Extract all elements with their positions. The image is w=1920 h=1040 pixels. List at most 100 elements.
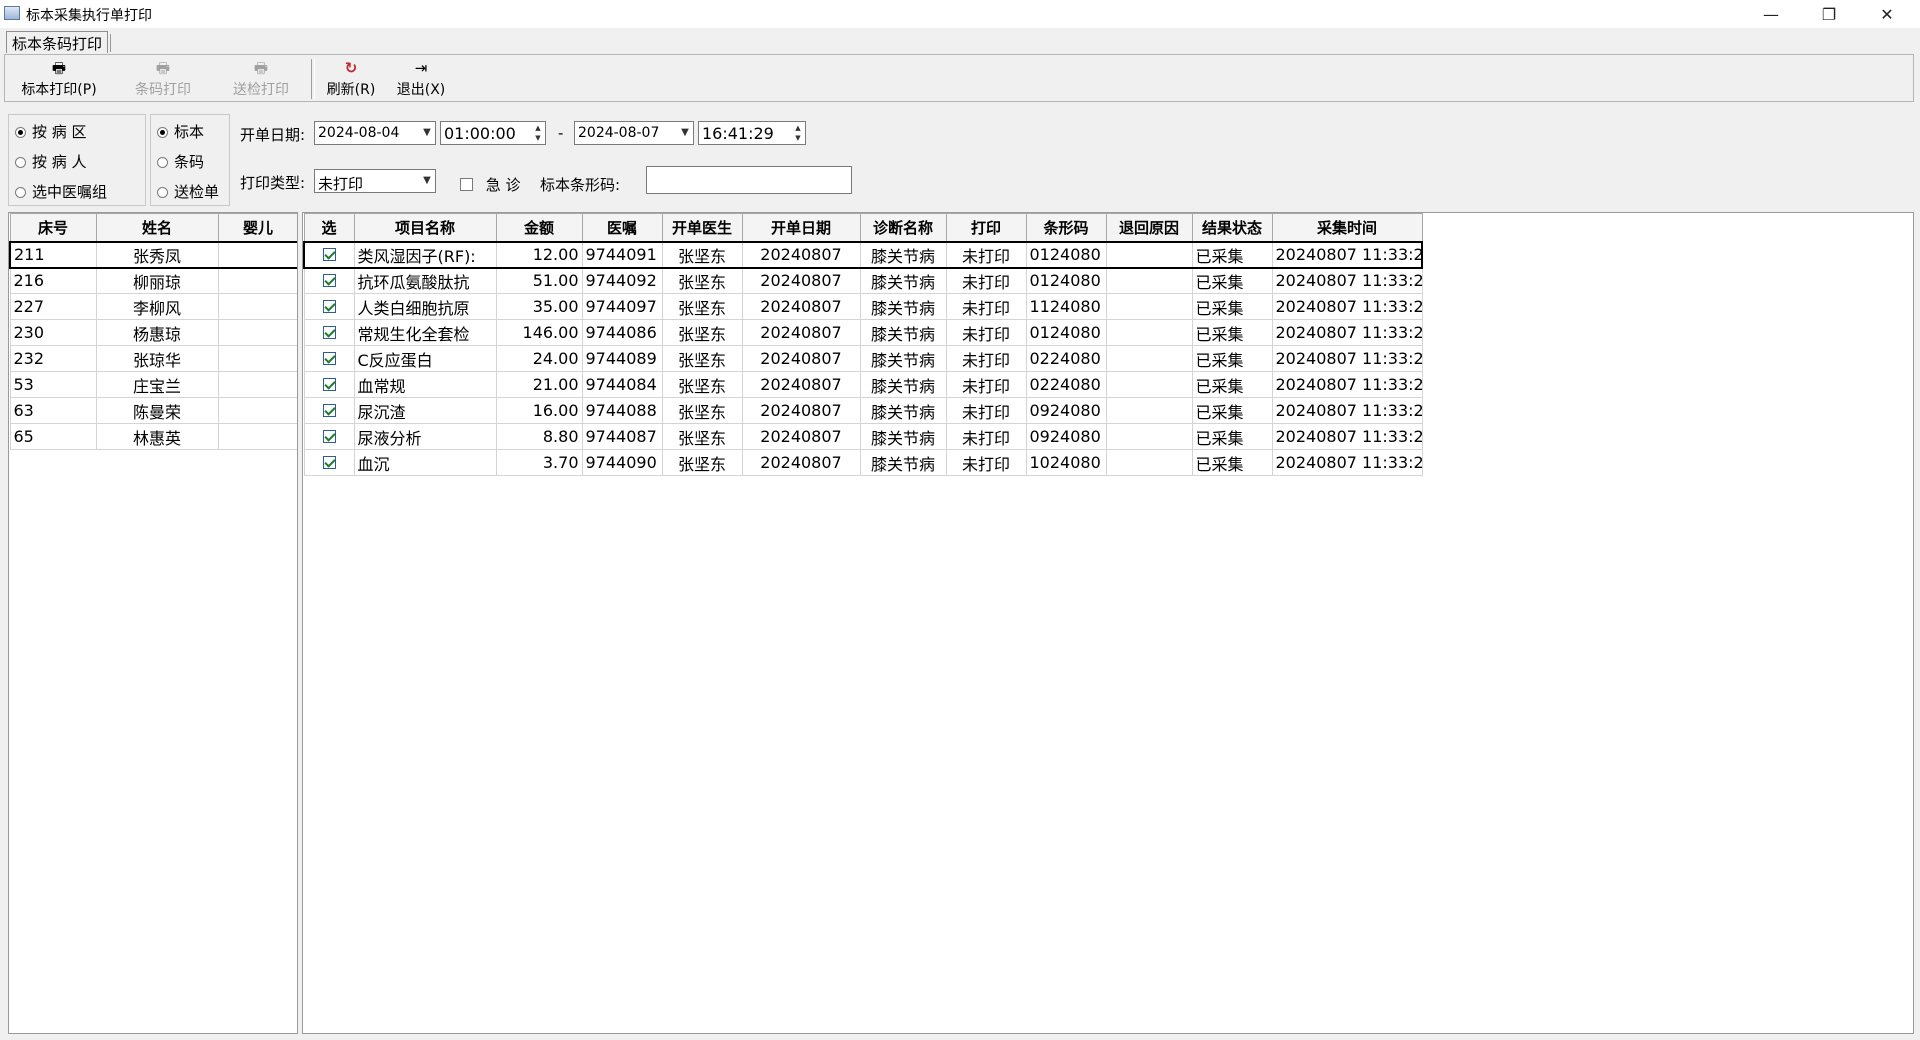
item-name-cell: 尿沉渣 [353,397,497,424]
dispatch-print-button[interactable]: 🖶 送检打印 [221,59,301,99]
order-row[interactable]: 尿沉渣 16.00 9744088 张坚东 20240807 膝关节病 未打印 0924080… [303,397,1423,424]
radio-by-patient[interactable]: 按 病 人 [15,151,87,172]
order-row[interactable]: 常规生化全套检 146.00 9744086 张坚东 20240807 膝关节病 未打印 01… [303,319,1423,346]
row-checkbox[interactable] [322,378,336,391]
radio-dispatch-sheet[interactable]: 送检单 [157,181,219,202]
start-date-field[interactable]: 2024-08-04 ▼ [314,121,436,145]
print-status-cell: 未打印 [945,449,1027,476]
chevron-down-icon[interactable]: ▼ [420,172,434,190]
printer-icon: 🖶 [253,59,269,77]
radio-selected-order-group[interactable]: 选中医嘱组 [15,181,107,202]
end-time-field[interactable]: 16:41:29 ▲ ▼ [698,121,806,145]
column-header-doctor[interactable]: 开单医生 [661,213,743,242]
row-checkbox[interactable] [322,430,336,443]
urgent-checkbox[interactable]: 急 诊 [460,174,521,195]
column-header-select[interactable]: 选 [303,213,355,242]
column-header-order-no[interactable]: 医嘱 [581,213,663,242]
minimize-button[interactable]: — [1742,0,1800,28]
patient-row[interactable]: 53 庄宝兰 [9,371,297,398]
column-header-bed[interactable]: 床号 [9,213,97,242]
row-checkbox[interactable] [322,248,336,261]
chevron-down-icon[interactable]: ▼ [678,124,692,142]
column-header-diagnosis[interactable]: 诊断名称 [859,213,947,242]
diagnosis-cell: 膝关节病 [859,293,947,320]
diagnosis-cell: 膝关节病 [859,423,947,450]
item-name-cell: 人类白细胞抗原 [353,293,497,320]
tab-specimen-barcode-print[interactable]: 标本条码打印 [6,31,112,53]
maximize-button[interactable]: ❐ [1800,0,1858,28]
spinner-icon[interactable]: ▲ ▼ [532,123,544,143]
order-row[interactable]: 抗环瓜氨酸肽抗 51.00 9744092 张坚东 20240807 膝关节病 未打印 012… [303,267,1423,294]
name-cell: 柳丽琼 [95,267,219,294]
chevron-down-icon[interactable]: ▼ [420,124,434,142]
column-header-print-status[interactable]: 打印 [945,213,1027,242]
column-header-return-reason[interactable]: 退回原因 [1105,213,1193,242]
order-date-cell: 20240807 [741,345,861,372]
print-type-select[interactable]: 未打印 ▼ [314,169,436,193]
select-cell [303,423,355,450]
row-checkbox[interactable] [322,326,336,339]
order-row[interactable]: 血沉 3.70 9744090 张坚东 20240807 膝关节病 未打印 1024080 已采… [303,449,1423,476]
diagnosis-cell: 膝关节病 [859,240,947,269]
end-date-field[interactable]: 2024-08-07 ▼ [574,121,694,145]
window-title: 标本采集执行单打印 [26,8,152,24]
row-checkbox[interactable] [322,404,336,417]
start-time-field[interactable]: 01:00:00 ▲ ▼ [440,121,546,145]
diagnosis-cell: 膝关节病 [859,345,947,372]
start-time-value: 01:00:00 [444,124,516,143]
patient-row[interactable]: 227 李柳风 [9,293,297,320]
close-button[interactable]: ✕ [1858,0,1916,28]
baby-cell [217,293,297,320]
print-status-cell: 未打印 [945,371,1027,398]
bed-cell: 63 [9,397,97,424]
patient-row[interactable]: 63 陈曼荣 [9,397,297,424]
refresh-button[interactable]: ↻ 刷新(R) [321,59,381,99]
radio-dot [15,187,26,198]
patient-row[interactable]: 230 杨惠琼 [9,319,297,346]
column-header-barcode[interactable]: 条形码 [1025,213,1107,242]
column-header-result-status[interactable]: 结果状态 [1191,213,1273,242]
name-cell: 张琼华 [95,345,219,372]
radio-by-ward[interactable]: 按 病 区 [15,121,87,142]
radio-barcode[interactable]: 条码 [157,151,204,172]
specimen-print-button[interactable]: 🖶 标本打印(P) [15,59,103,99]
bed-cell: 230 [9,319,97,346]
column-header-order-date[interactable]: 开单日期 [741,213,861,242]
print-status-cell: 未打印 [945,240,1027,269]
column-header-amount[interactable]: 金额 [495,213,583,242]
row-checkbox[interactable] [322,274,336,288]
column-header-name[interactable]: 姓名 [95,213,219,242]
radio-label: 送检单 [174,183,220,201]
urgent-check-box[interactable] [460,178,473,191]
patient-row[interactable]: 232 张琼华 [9,345,297,372]
exit-button[interactable]: ⇥ 退出(X) [391,59,451,99]
row-checkbox[interactable] [322,352,336,365]
order-row[interactable]: C反应蛋白 24.00 9744089 张坚东 20240807 膝关节病 未打印 02240… [303,345,1423,372]
column-header-baby[interactable]: 婴儿 [217,213,297,242]
order-row[interactable]: 人类白细胞抗原 35.00 9744097 张坚东 20240807 膝关节病 未打印 112… [303,293,1423,320]
patient-row[interactable]: 211 张秀凤 [9,240,297,269]
row-checkbox[interactable] [322,300,336,313]
print-type-label: 打印类型: [240,174,306,192]
radio-label: 按 病 区 [32,123,87,141]
order-date-cell: 20240807 [741,319,861,346]
collect-time-cell: 20240807 11:33:2 [1271,319,1423,346]
result-status-cell: 已采集 [1191,345,1273,372]
amount-cell: 24.00 [495,345,583,372]
spinner-icon[interactable]: ▲ ▼ [792,123,804,143]
order-row[interactable]: 类风湿因子(RF): 12.00 9744091 张坚东 20240807 膝关节病 未打印… [303,240,1423,269]
patient-row[interactable]: 216 柳丽琼 [9,267,297,294]
row-checkbox[interactable] [322,456,336,469]
return-reason-cell [1105,397,1193,424]
name-cell: 庄宝兰 [95,371,219,398]
barcode-print-button[interactable]: 🖶 条码打印 [123,59,203,99]
order-row[interactable]: 血常规 21.00 9744084 张坚东 20240807 膝关节病 未打印 0224080… [303,371,1423,398]
order-row[interactable]: 尿液分析 8.80 9744087 张坚东 20240807 膝关节病 未打印 0924080… [303,423,1423,450]
barcode-cell: 0224080 [1025,345,1107,372]
column-header-item-name[interactable]: 项目名称 [353,213,497,242]
radio-specimen[interactable]: 标本 [157,121,204,142]
patient-row[interactable]: 65 林惠英 [9,423,297,450]
barcode-input[interactable] [646,166,852,194]
column-header-collect-time[interactable]: 采集时间 [1271,213,1423,242]
app-icon [4,6,20,20]
